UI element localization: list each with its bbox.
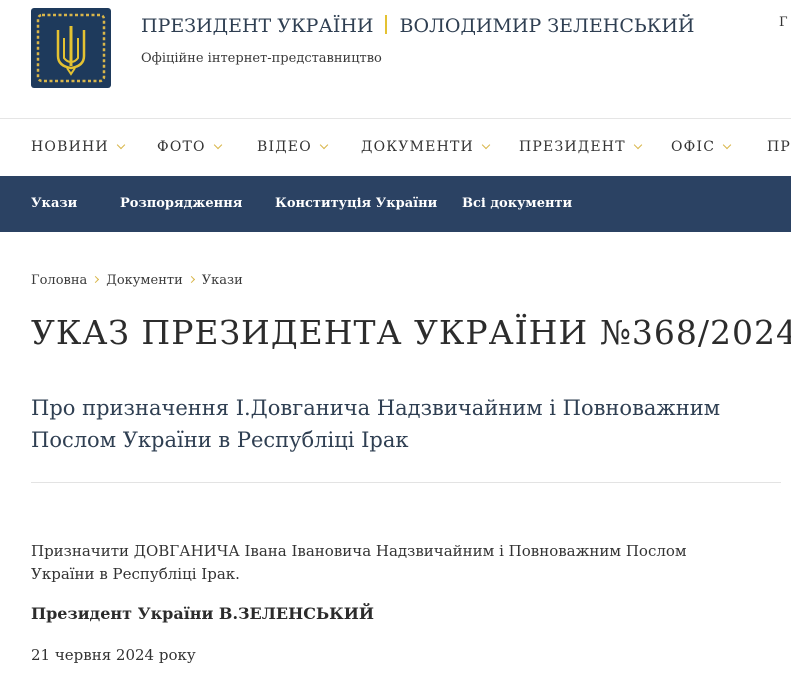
nav-item-documents[interactable]: ДОКУМЕНТИ	[361, 139, 491, 155]
logo[interactable]	[31, 8, 111, 88]
nav-item-office[interactable]: ОФІС	[671, 139, 732, 155]
main-navigation: НОВИНИ ФОТО ВІДЕО ДОКУМЕНТИ ПРЕЗИДЕНТ ОФ…	[0, 118, 791, 177]
subnav-constitution[interactable]: Конституція України	[275, 196, 437, 211]
nav-item-label: ОФІС	[671, 139, 716, 155]
header-cutoff-text: Г	[779, 15, 788, 29]
nav-item-label: НОВИНИ	[31, 139, 109, 155]
document-signature: Президент України В.ЗЕЛЕНСЬКИЙ	[31, 604, 374, 623]
documents-subnav: Укази Розпорядження Конституція України …	[0, 176, 791, 232]
nav-item-press[interactable]: ПРЕ	[767, 139, 791, 155]
subnav-all-documents[interactable]: Всі документи	[462, 196, 572, 211]
breadcrumb-documents[interactable]: Документи	[106, 273, 183, 288]
chevron-down-icon	[633, 140, 642, 150]
trident-emblem-icon	[36, 13, 106, 83]
brand-name[interactable]: ВОЛОДИМИР ЗЕЛЕНСЬКИЙ	[399, 15, 694, 37]
divider	[31, 482, 781, 483]
breadcrumb-home[interactable]: Головна	[31, 273, 87, 288]
nav-item-photo[interactable]: ФОТО	[157, 139, 222, 155]
chevron-right-icon	[187, 275, 195, 284]
brand-subtitle: Офіційне інтернет-представництво	[141, 51, 382, 66]
brand-heading[interactable]: ПРЕЗИДЕНТ УКРАЇНИ ВОЛОДИМИР ЗЕЛЕНСЬКИЙ	[141, 15, 695, 37]
chevron-down-icon	[319, 140, 329, 150]
nav-item-label: ПРЕЗИДЕНТ	[519, 139, 626, 155]
nav-item-video[interactable]: ВІДЕО	[257, 139, 329, 155]
chevron-down-icon	[722, 140, 732, 150]
chevron-down-icon	[481, 140, 491, 150]
page-title: УКАЗ ПРЕЗИДЕНТА УКРАЇНИ №368/2024	[31, 313, 791, 352]
nav-item-label: ДОКУМЕНТИ	[361, 139, 474, 155]
chevron-right-icon	[92, 275, 100, 284]
brand-separator	[385, 15, 388, 34]
nav-item-president[interactable]: ПРЕЗИДЕНТ	[519, 139, 642, 155]
subnav-decrees[interactable]: Укази	[31, 196, 77, 211]
chevron-down-icon	[213, 140, 222, 150]
subnav-orders[interactable]: Розпорядження	[120, 196, 242, 211]
nav-item-label: ВІДЕО	[257, 139, 312, 155]
document-body: Призначити ДОВГАНИЧА Івана Івановича Над…	[31, 542, 687, 583]
breadcrumb: Головна Документи Укази	[31, 273, 243, 288]
chevron-down-icon	[116, 140, 126, 150]
nav-item-label: ПРЕ	[767, 139, 791, 155]
nav-item-label: ФОТО	[157, 139, 206, 155]
brand-title[interactable]: ПРЕЗИДЕНТ УКРАЇНИ	[141, 15, 373, 37]
site-header: ПРЕЗИДЕНТ УКРАЇНИ ВОЛОДИМИР ЗЕЛЕНСЬКИЙ Оф…	[0, 0, 791, 118]
breadcrumb-decrees[interactable]: Укази	[202, 273, 243, 288]
document-date: 21 червня 2024 року	[31, 646, 196, 664]
document-subtitle: Про призначення І.Довганича Надзвичайним…	[31, 396, 721, 452]
nav-item-news[interactable]: НОВИНИ	[31, 139, 126, 155]
